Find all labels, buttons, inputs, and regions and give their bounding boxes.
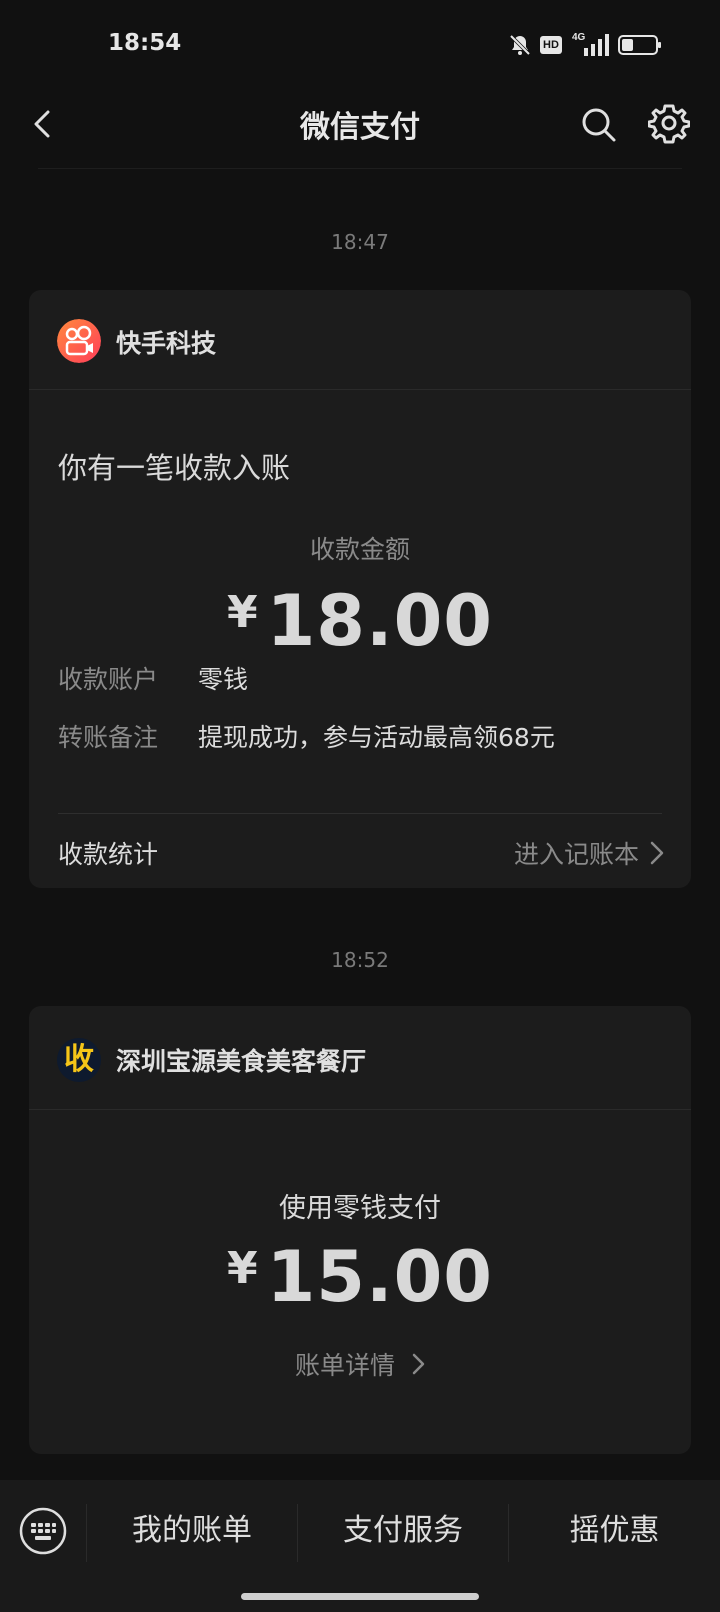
- ledger-link-label: 进入记账本: [513, 840, 639, 869]
- keyboard-button[interactable]: [18, 1506, 68, 1556]
- hd-badge: HD: [540, 36, 562, 54]
- bell-off-icon: [509, 34, 531, 56]
- gear-icon: [647, 104, 691, 144]
- status-time: 18:54: [108, 30, 182, 56]
- amount-label: 收款金额: [309, 535, 410, 564]
- message-time: 18:47: [331, 230, 389, 254]
- amount-value: 15.00: [266, 1236, 494, 1318]
- nav-divider: [38, 168, 682, 169]
- currency-symbol: ¥: [226, 1243, 259, 1294]
- kuaishou-logo-icon: [57, 319, 101, 363]
- search-button[interactable]: [578, 104, 618, 144]
- info-value: 零钱: [198, 665, 249, 694]
- settings-button[interactable]: [647, 102, 691, 144]
- search-icon: [582, 108, 616, 142]
- chevron-right-icon: [650, 841, 664, 865]
- pay-method-label: 使用零钱支付: [279, 1193, 441, 1224]
- amount: ¥15.00: [29, 1236, 691, 1318]
- info-value: 提现成功，参与活动最高领68元: [198, 723, 555, 752]
- shou-logo-icon: 收: [57, 1038, 101, 1082]
- chevron-right-icon: [412, 1353, 425, 1375]
- message-time: 18:52: [331, 948, 389, 972]
- payment-card[interactable]: 收 深圳宝源美食美客餐厅 使用零钱支付 ¥15.00 账单详情: [29, 1006, 691, 1454]
- card-header: 快手科技: [29, 290, 691, 390]
- keyboard-icon: [19, 1507, 67, 1555]
- home-indicator: [241, 1593, 479, 1600]
- merchant-name: 深圳宝源美食美客餐厅: [116, 1047, 367, 1076]
- tab-shake-offers[interactable]: 摇优惠: [509, 1498, 720, 1564]
- tab-pay-services[interactable]: 支付服务: [298, 1498, 508, 1564]
- card-header: 收 深圳宝源美食美客餐厅: [29, 1006, 691, 1110]
- notice-title: 你有一笔收款入账: [58, 451, 291, 485]
- row-divider: [58, 813, 662, 814]
- status-icons: HD 4G: [508, 31, 662, 59]
- tab-my-bills[interactable]: 我的账单: [87, 1498, 297, 1564]
- receipt-card[interactable]: 快手科技 你有一笔收款入账 收款金额 ¥18.00 收款账户 零钱 转账备注 提…: [29, 290, 691, 888]
- amount-value: 18.00: [266, 580, 494, 662]
- currency-symbol: ¥: [226, 587, 259, 638]
- bill-detail-label: 账单详情: [295, 1351, 396, 1380]
- battery-icon: [618, 35, 661, 55]
- signal-4g-icon: 4G: [570, 32, 610, 58]
- status-bar: 18:54 HD 4G: [0, 0, 720, 90]
- ledger-link[interactable]: 进入记账本: [514, 835, 665, 871]
- nav-bar: 微信支付: [0, 90, 720, 170]
- amount: ¥18.00: [29, 580, 691, 662]
- stats-label: 收款统计: [58, 840, 159, 869]
- info-key: 转账备注: [58, 723, 159, 752]
- merchant-name: 快手科技: [116, 329, 217, 358]
- info-key: 收款账户: [58, 665, 159, 694]
- bill-detail-link[interactable]: 账单详情: [29, 1346, 691, 1382]
